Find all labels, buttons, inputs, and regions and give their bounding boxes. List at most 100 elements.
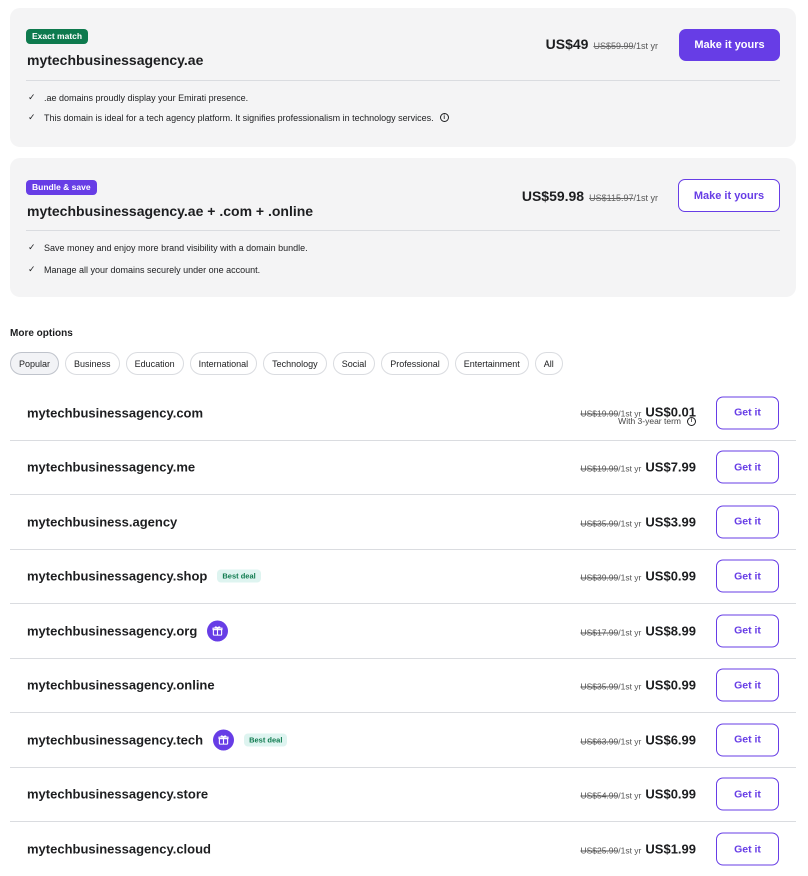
- domain-price: US$35.99/1st yr US$0.99: [580, 678, 696, 693]
- get-it-button[interactable]: Get it: [716, 777, 779, 811]
- domain-list: mytechbusinessagency.com US$19.99/1st yr U…: [10, 386, 796, 876]
- domain-name: mytechbusinessagency.cloud: [27, 841, 211, 857]
- domain-row: mytechbusinessagency.tech Best deal US$63.…: [10, 713, 796, 768]
- filter-chip-technology[interactable]: Technology: [263, 352, 327, 375]
- domain-name-group: mytechbusinessagency.tech Best deal: [27, 729, 288, 751]
- filter-chip-popular[interactable]: Popular: [10, 352, 60, 375]
- info-icon[interactable]: i: [439, 113, 449, 122]
- make-it-yours-button[interactable]: Make it yours: [679, 29, 780, 61]
- feature-text: Save money and enjoy more brand visibili…: [44, 242, 308, 253]
- price-old-group: US$115.97/1st yr: [589, 193, 658, 203]
- exact-match-badge: Exact match: [26, 29, 89, 44]
- price-current: US$59.98: [521, 188, 585, 204]
- get-it-button[interactable]: Get it: [716, 668, 779, 702]
- feature-text: Manage all your domains securely under o…: [44, 264, 261, 275]
- bundle-badge: Bundle & save: [26, 180, 97, 195]
- price-period: /1st yr: [618, 572, 642, 583]
- exact-match-price: US$49 US$59.99/1st yr: [546, 36, 658, 52]
- price-old-group: US$17.99/1st yr: [580, 627, 641, 637]
- domain-row: mytechbusinessagency.org US$17.99/1st yr U…: [10, 604, 796, 659]
- domain-price: US$63.99/1st yr US$6.99: [580, 732, 696, 747]
- price-old: US$19.99: [580, 408, 619, 419]
- price-period: /1st yr: [618, 518, 642, 529]
- feature-item: ✓ This domain is ideal for a tech agency…: [28, 112, 449, 123]
- price-period: /1st yr: [618, 736, 642, 747]
- price-period: /1st yr: [633, 41, 658, 51]
- feature-text: This domain is ideal for a tech agency p…: [44, 112, 434, 123]
- check-icon: ✓: [28, 92, 36, 102]
- filter-chip-business[interactable]: Business: [65, 352, 120, 375]
- filter-chip-international[interactable]: International: [189, 352, 258, 375]
- price-current: US$49: [545, 36, 589, 52]
- more-options-title: More options: [10, 328, 73, 339]
- gift-icon: [213, 729, 235, 751]
- price-old: US$63.99: [580, 736, 619, 747]
- get-it-button[interactable]: Get it: [716, 614, 779, 648]
- domain-row: mytechbusinessagency.online US$35.99/1st …: [10, 659, 796, 713]
- domain-row: mytechbusinessagency.store US$54.99/1st y…: [10, 768, 796, 822]
- price-period: /1st yr: [633, 193, 658, 203]
- divider: [26, 230, 780, 231]
- price-old: US$35.99: [580, 681, 619, 692]
- best-deal-badge: Best deal: [217, 569, 261, 583]
- price-current: US$0.99: [645, 786, 696, 802]
- price-old: US$17.99: [580, 627, 619, 638]
- price-period: /1st yr: [618, 681, 642, 692]
- domain-price: US$19.99/1st yr US$7.99: [580, 460, 696, 475]
- exact-match-card: Exact match mytechbusinessagency.ae US$4…: [10, 8, 796, 147]
- filter-chip-education[interactable]: Education: [125, 352, 184, 375]
- term-note-text: With 3-year term: [618, 416, 681, 426]
- price-old: US$54.99: [580, 790, 619, 801]
- price-old: US$59.99: [593, 41, 634, 51]
- domain-name: mytechbusinessagency.org: [27, 623, 198, 639]
- check-icon: ✓: [28, 264, 36, 274]
- price-old: US$35.99: [580, 518, 619, 529]
- domain-price: US$35.99/1st yr US$3.99: [580, 514, 696, 529]
- exact-match-domain: mytechbusinessagency.ae: [27, 52, 204, 68]
- domain-row: mytechbusinessagency.shop Best deal US$39.…: [10, 550, 796, 604]
- price-period: /1st yr: [618, 627, 642, 638]
- price-old-group: US$19.99/1st yr: [580, 464, 641, 474]
- domain-name: mytechbusinessagency.store: [27, 786, 209, 802]
- domain-row: mytechbusinessagency.cloud US$25.99/1st y…: [10, 822, 796, 876]
- price-current: US$3.99: [645, 514, 696, 530]
- check-icon: ✓: [28, 242, 36, 252]
- filter-chip-professional[interactable]: Professional: [381, 352, 449, 375]
- filter-chip-all[interactable]: All: [534, 352, 563, 375]
- price-old-group: US$35.99/1st yr: [580, 518, 641, 528]
- filter-chip-social[interactable]: Social: [332, 352, 376, 375]
- price-old: US$115.97: [589, 193, 634, 203]
- domain-name-group: mytechbusinessagency.shop Best deal: [27, 569, 261, 584]
- domain-price: US$17.99/1st yr US$8.99: [580, 623, 696, 638]
- domain-name-group: mytechbusinessagency.online: [27, 678, 215, 693]
- domain-name: mytechbusiness.agency: [27, 514, 178, 530]
- domain-name-group: mytechbusinessagency.org: [27, 620, 229, 642]
- domain-row: mytechbusinessagency.com US$19.99/1st yr U…: [10, 386, 796, 441]
- feature-item: ✓ Save money and enjoy more brand visibi…: [28, 242, 308, 253]
- domain-row: mytechbusiness.agency US$35.99/1st yr US$3…: [10, 495, 796, 550]
- domain-name: mytechbusinessagency.me: [27, 459, 196, 475]
- price-current: US$1.99: [645, 841, 696, 857]
- get-it-button[interactable]: Get it: [716, 832, 779, 866]
- domain-name: mytechbusinessagency.online: [27, 677, 215, 693]
- filter-chip-entertainment[interactable]: Entertainment: [454, 352, 529, 375]
- price-old-group: US$35.99/1st yr: [580, 682, 641, 692]
- get-it-button[interactable]: Get it: [716, 723, 779, 757]
- domain-name: mytechbusinessagency.shop: [27, 568, 208, 584]
- domain-price: US$39.99/1st yr US$0.99: [580, 569, 696, 584]
- price-current: US$0.99: [645, 568, 696, 584]
- info-icon[interactable]: i: [687, 416, 696, 426]
- bundle-price: US$59.98 US$115.97/1st yr: [522, 188, 658, 204]
- price-period: /1st yr: [618, 845, 642, 856]
- get-it-button[interactable]: Get it: [716, 396, 779, 430]
- bundle-make-it-yours-button[interactable]: Make it yours: [678, 179, 780, 212]
- price-current: US$7.99: [645, 459, 696, 475]
- get-it-button[interactable]: Get it: [716, 450, 779, 484]
- filter-chips: Popular Business Education International Tec…: [10, 352, 563, 375]
- check-icon: ✓: [28, 112, 36, 122]
- get-it-button[interactable]: Get it: [716, 559, 779, 593]
- price-old-group: US$54.99/1st yr: [580, 791, 641, 801]
- get-it-button[interactable]: Get it: [716, 505, 779, 539]
- price-old-group: US$39.99/1st yr: [580, 573, 641, 583]
- gift-icon: [207, 620, 229, 642]
